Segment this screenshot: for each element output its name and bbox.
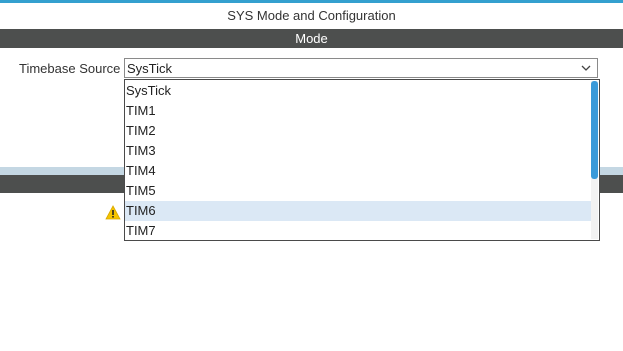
option-tim7[interactable]: TIM7 — [125, 221, 591, 240]
option-systick[interactable]: SysTick — [125, 81, 591, 101]
dropdown-scrollbar-thumb[interactable] — [591, 81, 598, 179]
option-tim3[interactable]: TIM3 — [125, 141, 591, 161]
option-tim2[interactable]: TIM2 — [125, 121, 591, 141]
option-tim4[interactable]: TIM4 — [125, 161, 591, 181]
chevron-down-icon[interactable] — [580, 62, 592, 74]
option-tim6[interactable]: TIM6 — [125, 201, 591, 221]
mode-section-header: Mode — [0, 29, 623, 48]
warning-icon — [105, 205, 121, 220]
timebase-source-value: SysTick — [127, 61, 173, 76]
timebase-source-label: Timebase Source — [19, 61, 121, 76]
timebase-source-select[interactable]: SysTick — [124, 58, 598, 78]
dropdown-scrollbar[interactable] — [591, 81, 598, 239]
option-tim5[interactable]: TIM5 — [125, 181, 591, 201]
timebase-source-dropdown-list[interactable]: SysTick TIM1 TIM2 TIM3 TIM4 TIM5 TIM6 TI… — [124, 79, 600, 241]
panel-title: SYS Mode and Configuration — [0, 3, 623, 29]
option-tim1[interactable]: TIM1 — [125, 101, 591, 121]
